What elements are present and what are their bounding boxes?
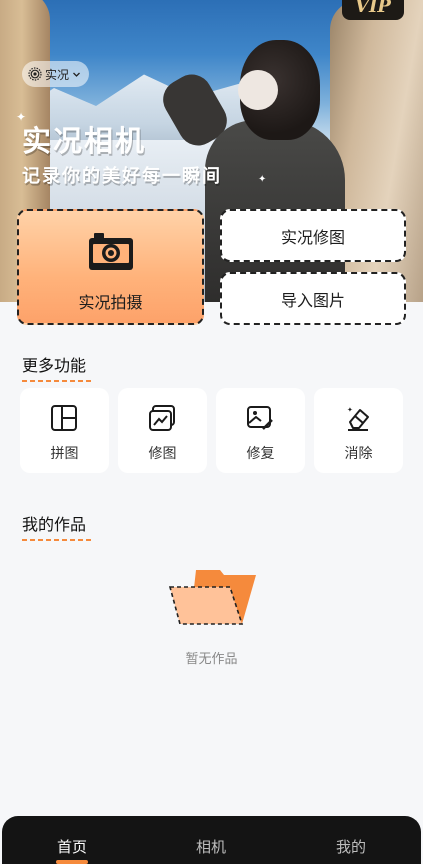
live-capture-label: 实况拍摄 [78,293,143,312]
tool-collage-label: 拼图 [50,446,79,462]
svg-text:✦: ✦ [347,406,353,414]
tab-mine[interactable]: 我的 [321,836,381,857]
hero-title: 实况相机 [22,124,147,158]
empty-folder-icon [168,570,256,625]
live-edit-label: 实况修图 [280,227,345,247]
tab-home-label: 首页 [56,838,87,856]
import-image-label: 导入图片 [280,290,345,310]
camera-icon [89,233,133,270]
live-edit-button[interactable]: 实况修图 [220,209,406,262]
mode-selector[interactable]: 实况 [22,61,90,87]
tool-photo-edit-label: 修图 [148,446,177,462]
live-photo-icon [28,67,42,81]
tab-home[interactable]: 首页 [42,836,102,864]
mode-selector-label: 实况 [45,67,70,82]
tab-active-indicator [56,860,88,864]
bottom-tab-bar: 首页 相机 我的 [2,816,421,864]
collage-icon [51,405,77,431]
sparkle-icon: ✦ [258,174,267,185]
live-capture-button[interactable]: 实况拍摄 [17,209,204,325]
tool-eraser-label: 消除 [344,446,373,462]
photo-edit-icon [149,405,175,431]
my-works-title: 我的作品 [22,511,95,541]
more-features-title: 更多功能 [22,352,95,382]
tool-photo-edit[interactable]: 修图 [118,388,207,473]
hero-subtitle: 记录你的美好每一瞬间 [22,166,222,187]
vip-badge[interactable]: VIP [342,0,404,20]
chevron-down-icon [73,72,80,77]
tab-camera-label: 相机 [195,838,226,856]
tool-collage[interactable]: 拼图 [20,388,109,473]
tab-mine-label: 我的 [335,838,366,856]
eraser-icon: ✦ [347,406,369,431]
tool-photo-repair-label: 修复 [246,446,275,462]
tool-eraser[interactable]: ✦ 消除 [314,388,403,473]
tab-camera[interactable]: 相机 [181,836,241,857]
photo-repair-icon [247,406,273,430]
tool-photo-repair[interactable]: 修复 [216,388,305,473]
import-image-button[interactable]: 导入图片 [220,272,406,325]
empty-works-text: 暂无作品 [185,652,238,667]
